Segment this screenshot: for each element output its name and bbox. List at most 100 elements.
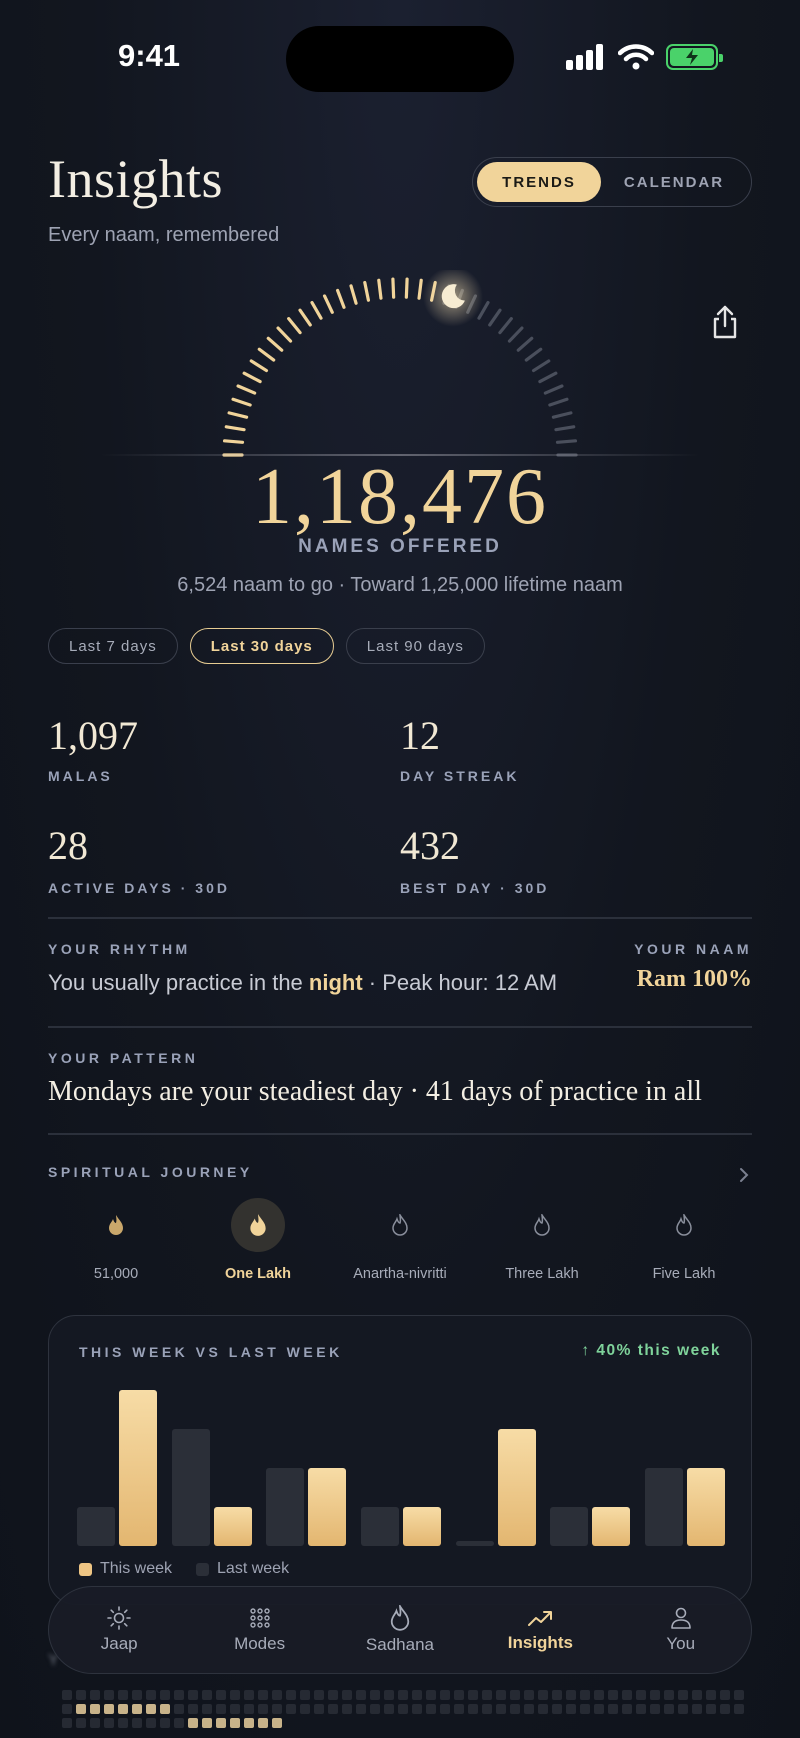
- divider: [48, 1026, 752, 1028]
- milestone-anartha-nivritti[interactable]: Anartha-nivritti: [332, 1198, 468, 1282]
- pattern-label: YOUR PATTERN: [48, 1050, 199, 1066]
- range-30-days[interactable]: Last 30 days: [189, 628, 334, 664]
- nav-modes[interactable]: Modes: [200, 1606, 320, 1654]
- heatmap-cell: [300, 1690, 310, 1700]
- heatmap-cell: [188, 1690, 198, 1700]
- lifetime-progress-arc: [222, 270, 578, 457]
- bar-this-week: [686, 1468, 725, 1546]
- heatmap-cell: [90, 1718, 100, 1728]
- heatmap-cell: [146, 1704, 156, 1714]
- milestone-five-lakh[interactable]: Five Lakh: [616, 1198, 752, 1282]
- bar-this-week: [497, 1429, 536, 1546]
- bar-group: [455, 1390, 536, 1546]
- divider: [48, 1133, 752, 1135]
- arc-tick: [548, 397, 569, 407]
- heatmap-cell: [678, 1690, 688, 1700]
- heatmap-cell: [384, 1704, 394, 1714]
- heatmap-cell: [692, 1704, 702, 1714]
- heatmap-cell: [496, 1704, 506, 1714]
- week-bar-chart: [77, 1390, 725, 1546]
- heatmap-cell: [636, 1704, 646, 1714]
- bar-last-week: [455, 1541, 494, 1546]
- heatmap-cell: [118, 1704, 128, 1714]
- rhythm-label: YOUR RHYTHM: [48, 941, 191, 957]
- heatmap-cell: [258, 1718, 268, 1728]
- heatmap-cell: [482, 1690, 492, 1700]
- heatmap-cell: [510, 1704, 520, 1714]
- names-offered-count: 1,18,476: [252, 453, 548, 541]
- arc-tick: [224, 425, 246, 432]
- heatmap-cell: [90, 1690, 100, 1700]
- heatmap-cell: [188, 1704, 198, 1714]
- nav-you[interactable]: You: [621, 1606, 741, 1654]
- heatmap-cell: [62, 1690, 72, 1700]
- heatmap-cell: [692, 1690, 702, 1700]
- heatmap-cell: [76, 1704, 86, 1714]
- milestone-51000[interactable]: 51,000: [48, 1198, 184, 1282]
- stat-streak-value: 12: [400, 713, 440, 758]
- chevron-right-icon[interactable]: [738, 1166, 750, 1184]
- arc-tick: [516, 336, 534, 352]
- wifi-icon: [618, 44, 654, 70]
- heatmap-cell: [76, 1718, 86, 1728]
- bar-last-week: [644, 1468, 683, 1546]
- names-offered-label: NAMES OFFERED: [298, 536, 502, 557]
- arc-tick: [257, 347, 276, 362]
- heatmap-cell: [440, 1704, 450, 1714]
- arc-tick: [543, 384, 564, 395]
- heatmap-cell: [104, 1704, 114, 1714]
- heatmap-cell: [622, 1704, 632, 1714]
- bar-last-week: [77, 1507, 115, 1546]
- nav-insights[interactable]: Insights: [480, 1607, 600, 1653]
- bar-last-week: [550, 1507, 589, 1546]
- bar-last-week: [171, 1429, 210, 1546]
- chart-legend: This week Last week: [79, 1560, 289, 1578]
- bar-this-week: [402, 1507, 441, 1546]
- arc-tick: [276, 326, 293, 343]
- arc-tick: [391, 277, 396, 299]
- heatmap-cell: [734, 1690, 744, 1700]
- heatmap-cell: [356, 1704, 366, 1714]
- arc-tick: [242, 371, 262, 384]
- heatmap-cell: [720, 1704, 730, 1714]
- range-selector: Last 7 days Last 30 days Last 90 days: [48, 628, 485, 664]
- divider: [48, 917, 752, 919]
- tab-trends[interactable]: TRENDS: [477, 162, 601, 202]
- legend-last-week: Last week: [196, 1560, 289, 1578]
- heatmap-cell: [104, 1690, 114, 1700]
- status-time: 9:41: [118, 38, 181, 73]
- heatmap-cell: [580, 1704, 590, 1714]
- heatmap-cell: [272, 1704, 282, 1714]
- heatmap-cell: [356, 1690, 366, 1700]
- heatmap-cell: [216, 1718, 226, 1728]
- heatmap-cell: [118, 1690, 128, 1700]
- range-7-days[interactable]: Last 7 days: [48, 628, 178, 664]
- milestone-one-lakh[interactable]: One Lakh: [190, 1198, 326, 1282]
- week-comparison-card: THIS WEEK VS LAST WEEK ↑ 40% this week T…: [48, 1315, 752, 1605]
- dynamic-island: [286, 26, 514, 92]
- heatmap-cell: [258, 1704, 268, 1714]
- heatmap-cell: [580, 1690, 590, 1700]
- heatmap-cell: [720, 1690, 730, 1700]
- arc-tick: [363, 280, 370, 302]
- tab-calendar[interactable]: CALENDAR: [601, 162, 747, 202]
- heatmap-cell: [244, 1718, 254, 1728]
- bar-this-week: [592, 1507, 631, 1546]
- heatmap-cell: [202, 1690, 212, 1700]
- heatmap-cell: [174, 1704, 184, 1714]
- stat-malas-value: 1,097: [48, 713, 138, 758]
- heatmap-cell: [594, 1690, 604, 1700]
- share-icon[interactable]: [710, 304, 740, 340]
- arc-tick: [310, 300, 323, 320]
- rhythm-text: You usually practice in the night · Peak…: [48, 970, 558, 995]
- range-90-days[interactable]: Last 90 days: [345, 628, 485, 664]
- person-icon: [670, 1607, 691, 1629]
- naam-value: Ram 100%: [636, 966, 752, 992]
- heatmap-cell: [552, 1690, 562, 1700]
- stat-active-days-label: ACTIVE DAYS · 30D: [48, 880, 230, 896]
- flame-outline-icon: [657, 1198, 711, 1252]
- nav-sadhana[interactable]: Sadhana: [340, 1605, 460, 1655]
- milestone-three-lakh[interactable]: Three Lakh: [474, 1198, 610, 1282]
- nav-jaap[interactable]: Jaap: [59, 1606, 179, 1654]
- heatmap-cell: [608, 1690, 618, 1700]
